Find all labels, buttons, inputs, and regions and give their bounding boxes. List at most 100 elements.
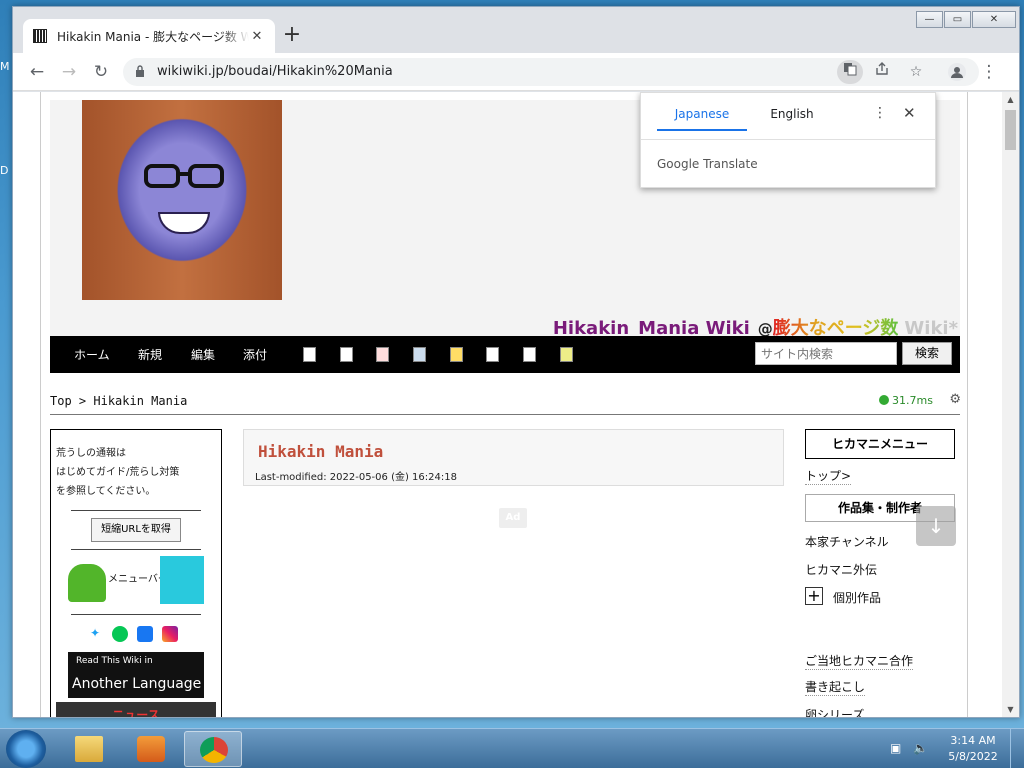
report-notice-line: を参照してください。 [56,486,156,497]
help-icon[interactable] [560,347,573,362]
another-language-line2: Another Language [72,676,202,692]
expand-plus-icon[interactable]: + [805,587,823,605]
facebook-icon[interactable] [137,626,153,642]
right-menu-header: ヒカマニメニュー [805,429,955,459]
wiki-favicon-icon [33,29,47,43]
taskbar-clock[interactable]: 3:14 AM 5/8/2022 [946,733,1000,765]
settings-gear-icon[interactable]: ⚙ [949,392,961,407]
scroll-thumb[interactable] [1005,110,1016,150]
diff-icon[interactable] [340,347,353,362]
menubar-right-figure [160,556,204,604]
vertical-scrollbar[interactable]: ▲ ▼ [1002,92,1019,717]
breadcrumb: Top > Hikakin Mania [50,394,187,408]
google-translate-label: Google Translate [657,157,758,171]
list-icon[interactable] [486,347,499,362]
browser-toolbar: ← → ↻ wikiwiki.jp/boudai/Hikakin%20Mania… [13,53,1019,91]
breadcrumb-current: Hikakin Mania [93,394,188,408]
maximize-button[interactable]: ▭ [944,11,971,28]
right-link-top[interactable]: トップ> [805,467,852,485]
desktop-fragment: M [0,60,10,73]
divider [71,510,201,511]
menubar-label: メニューバー [108,574,168,585]
minimize-button[interactable]: — [916,11,943,28]
nav-home[interactable]: ホーム [74,346,110,363]
title-bar: Hikakin Mania - 膨大なページ数 Wiki* ✕ + — ▭ ✕ [13,7,1019,53]
scroll-down-small-arrow-icon[interactable]: ▼ [1002,705,1019,714]
right-link-kobetsu[interactable]: 個別作品 [833,589,881,606]
address-bar[interactable]: wikiwiki.jp/boudai/Hikakin%20Mania ☆ [123,58,979,86]
new-tab-button[interactable]: + [279,23,305,49]
right-link-tamago[interactable]: 卵シリーズ [805,706,864,717]
page-title-box: Hikakin Mania Last-modified: 2022-05-06 … [243,429,784,486]
nav-attach[interactable]: 添付 [243,346,267,363]
instagram-icon[interactable] [162,626,178,642]
another-language-banner[interactable]: Read This Wiki in Another Language [68,652,204,698]
clock-date: 5/8/2022 [948,750,998,763]
share-icon[interactable] [869,60,895,84]
nav-new[interactable]: 新規 [138,346,162,363]
last-modified: Last-modified: 2022-05-06 (金) 16:24:18 [255,472,457,483]
clock-time: 3:14 AM [950,734,996,747]
report-notice-link[interactable]: はじめてガイド/荒らし対策 [56,463,179,482]
chrome-menu-icon[interactable]: ⋮ [977,60,1001,84]
translate-icon[interactable] [837,60,863,84]
right-link-gaiden[interactable]: ヒカマニ外伝 [805,561,877,578]
wiki-nav-bar: ホーム 新規 編集 添付 検索 [50,336,960,373]
social-links: ✦ [87,626,178,642]
line-icon[interactable] [112,626,128,642]
page-viewport: Hikakin_Mania Wiki @膨大なページ数 Wiki* ホーム 新規 編… [13,92,1019,717]
profile-avatar-icon[interactable] [945,60,969,84]
scroll-up-arrow-icon[interactable]: ▲ [1002,95,1019,104]
back-button[interactable]: ← [25,60,49,84]
report-notice-line: 荒うしの通報は [56,448,126,459]
translate-language-tabs: Japanese English [657,107,837,131]
site-search-button[interactable]: 検索 [902,342,952,365]
right-link-gotochi[interactable]: ご当地ヒカマニ合作 [805,652,914,670]
close-window-button[interactable]: ✕ [972,11,1016,28]
tab-english[interactable]: English [747,107,837,131]
translate-close-icon[interactable]: ✕ [903,104,916,122]
twitter-icon[interactable]: ✦ [87,626,103,642]
site-search-input[interactable] [755,342,897,365]
translate-more-icon[interactable]: ⋮ [873,105,887,121]
show-desktop-button[interactable] [1010,729,1024,768]
media-player-taskbar-icon[interactable] [122,731,180,767]
browser-window: Hikakin Mania - 膨大なページ数 Wiki* ✕ + — ▭ ✕ … [12,6,1020,718]
divider [50,414,960,415]
system-tray: ▣ 🔈 [890,741,928,755]
volume-icon[interactable]: 🔈 [913,741,928,755]
copy-page-icon[interactable] [303,347,316,362]
tab-close-icon[interactable]: ✕ [249,29,265,44]
render-time: 31.7ms [879,394,933,407]
window-controls: — ▭ ✕ [915,11,1016,28]
browser-tab[interactable]: Hikakin Mania - 膨大なページ数 Wiki* ✕ [23,19,275,53]
scroll-down-arrow-icon[interactable]: ↓ [916,506,956,546]
breadcrumb-separator: > [71,394,94,408]
freeze-icon[interactable] [450,347,463,362]
desktop-fragment: D [0,164,9,177]
lock-icon [136,65,144,77]
nav-edit[interactable]: 編集 [191,346,215,363]
menubar-banner[interactable]: メニューバー [68,556,204,604]
chrome-taskbar-icon[interactable] [184,731,242,767]
tab-title: Hikakin Mania - 膨大なページ数 Wiki* [57,29,249,44]
right-link-honke-channel[interactable]: 本家チャンネル [805,533,889,550]
reload-button[interactable]: ↻ [89,60,113,84]
get-short-url-button[interactable]: 短縮URLを取得 [91,518,181,542]
tab-japanese[interactable]: Japanese [657,107,747,131]
forward-button[interactable]: → [57,60,81,84]
breadcrumb-top-link[interactable]: Top [50,394,72,408]
start-button[interactable] [6,730,46,768]
site-logo-image[interactable] [82,100,282,300]
news-header: ニュース [56,702,216,717]
explorer-taskbar-icon[interactable] [60,731,118,767]
report-notice: 荒うしの通報は はじめてガイド/荒らし対策 を参照してください。 [56,444,179,501]
right-link-kakiokoshi[interactable]: 書き起こし [805,678,866,696]
backup-icon[interactable] [376,347,389,362]
save-icon[interactable] [413,347,426,362]
translate-popup: Japanese English ⋮ ✕ Google Translate [640,92,936,188]
recent-icon[interactable] [523,347,536,362]
network-icon[interactable]: ▣ [890,741,901,755]
url-text[interactable]: wikiwiki.jp/boudai/Hikakin%20Mania [157,64,393,79]
bookmark-star-icon[interactable]: ☆ [903,60,929,84]
